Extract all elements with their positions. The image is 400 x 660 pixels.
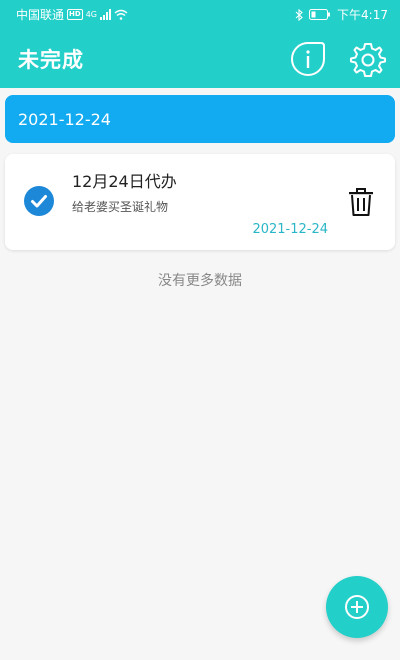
task-description: 给老婆买圣诞礼物 [72,200,169,214]
page-title: 未完成 [18,48,84,72]
carrier-label: 中国联通 [16,8,65,22]
add-task-button[interactable] [326,576,388,638]
checkmark-icon[interactable] [24,186,54,216]
task-card[interactable]: 12月24日代办 给老婆买圣诞礼物 2021-12-24 [5,154,395,250]
signal-icon [99,9,111,20]
task-date: 2021-12-24 [252,222,328,237]
wifi-icon [114,9,128,20]
info-icon[interactable] [290,41,326,77]
app-bar: 中国联通 HD 4G 下午4:17 未完成 [0,0,400,88]
date-group-header[interactable]: 2021-12-24 [5,95,395,143]
task-title: 12月24日代办 [72,172,177,191]
status-bar: 中国联通 HD 4G 下午4:17 [0,0,400,28]
network-type-label: 4G [85,10,97,19]
bluetooth-icon [295,8,303,21]
add-icon [345,595,369,619]
clock-label: 下午4:17 [337,8,388,22]
list-end-text: 没有更多数据 [158,273,242,289]
hd-badge: HD [67,9,83,20]
battery-icon [309,9,331,20]
settings-icon[interactable] [350,41,386,77]
trash-icon[interactable] [347,187,375,217]
